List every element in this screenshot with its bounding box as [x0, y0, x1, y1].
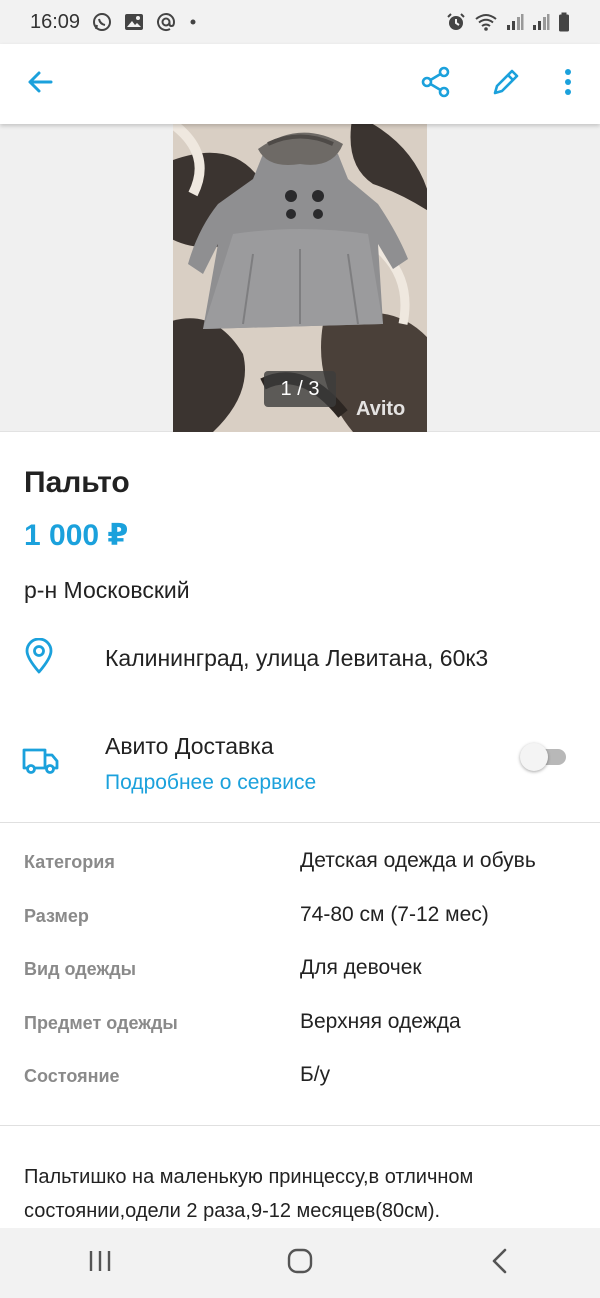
divider — [0, 822, 600, 823]
recent-apps-button[interactable] — [70, 1233, 130, 1293]
system-back-button[interactable] — [470, 1233, 530, 1293]
divider — [0, 1125, 600, 1126]
recent-apps-icon — [87, 1249, 113, 1278]
signal-icon — [506, 13, 524, 31]
home-icon — [286, 1247, 314, 1280]
screen: 16:09 1 / 3 Avito Пальто 1 000 ₽ р-н Мос… — [0, 0, 600, 1298]
app-bar — [0, 44, 600, 124]
listing-price: 1 000 ₽ — [24, 519, 129, 552]
param-row: Размер 74-80 см (7-12 мес) — [0, 892, 600, 946]
status-left: 16:09 — [30, 11, 198, 34]
param-value: Б/у — [300, 1063, 331, 1086]
status-right — [446, 12, 570, 32]
status-time: 16:09 — [30, 10, 81, 33]
param-value: Детская одежда и обувь — [300, 849, 536, 872]
listing-district: р-н Московский — [24, 577, 190, 603]
image-icon — [124, 13, 144, 31]
location-pin-icon — [24, 637, 54, 679]
whatsapp-icon — [92, 12, 112, 32]
listing-title: Пальто — [24, 466, 130, 499]
delivery-info-link[interactable]: Подробнее о сервисе — [105, 771, 316, 795]
dot-icon — [188, 17, 198, 27]
truck-icon — [22, 744, 60, 781]
system-nav-bar — [0, 1228, 600, 1298]
param-value: 74-80 см (7-12 мес) — [300, 902, 489, 926]
at-icon — [156, 12, 176, 32]
more-options-button[interactable] — [546, 62, 590, 106]
delivery-toggle[interactable] — [520, 743, 568, 771]
address-row[interactable]: Калининград, улица Левитана, 60к3 — [0, 636, 600, 684]
params-list: Категория Детская одежда и обувь Размер … — [0, 838, 600, 1106]
share-button[interactable] — [414, 62, 458, 106]
arrow-left-icon — [25, 67, 55, 102]
battery-icon — [558, 12, 570, 32]
alarm-icon — [446, 12, 466, 32]
param-value: Верхняя одежда — [300, 1009, 461, 1033]
param-key: Категория — [24, 852, 115, 872]
param-row: Предмет одежды Верхняя одежда — [0, 999, 600, 1053]
status-bar: 16:09 — [0, 0, 600, 44]
param-key: Предмет одежды — [24, 1012, 178, 1033]
more-vertical-icon — [563, 67, 573, 102]
param-value: Для девочек — [300, 956, 422, 979]
param-key: Вид одежды — [24, 959, 137, 979]
pencil-icon — [490, 66, 522, 103]
delivery-row: Авито Доставка Подробнее о сервисе — [0, 730, 600, 800]
listing-description: Пальтишко на маленькую принцессу,в отлич… — [24, 1166, 474, 1222]
param-row: Состояние Б/у — [0, 1052, 600, 1106]
photo-counter: 1 / 3 — [264, 371, 336, 407]
param-row: Вид одежды Для девочек — [0, 945, 600, 999]
avito-watermark: Avito — [356, 398, 406, 420]
param-key: Состояние — [24, 1066, 120, 1086]
signal-icon — [532, 13, 550, 31]
share-icon — [420, 66, 452, 103]
edit-button[interactable] — [484, 62, 528, 106]
address-text: Калининград, улица Левитана, 60к3 — [105, 645, 489, 671]
param-key: Размер — [24, 905, 89, 926]
home-button[interactable] — [270, 1233, 330, 1293]
delivery-title: Авито Доставка — [105, 733, 274, 759]
param-row: Категория Детская одежда и обувь — [0, 838, 600, 892]
toggle-knob — [520, 743, 548, 771]
back-icon — [490, 1248, 510, 1279]
back-button[interactable] — [18, 62, 62, 106]
wifi-icon — [474, 12, 498, 32]
